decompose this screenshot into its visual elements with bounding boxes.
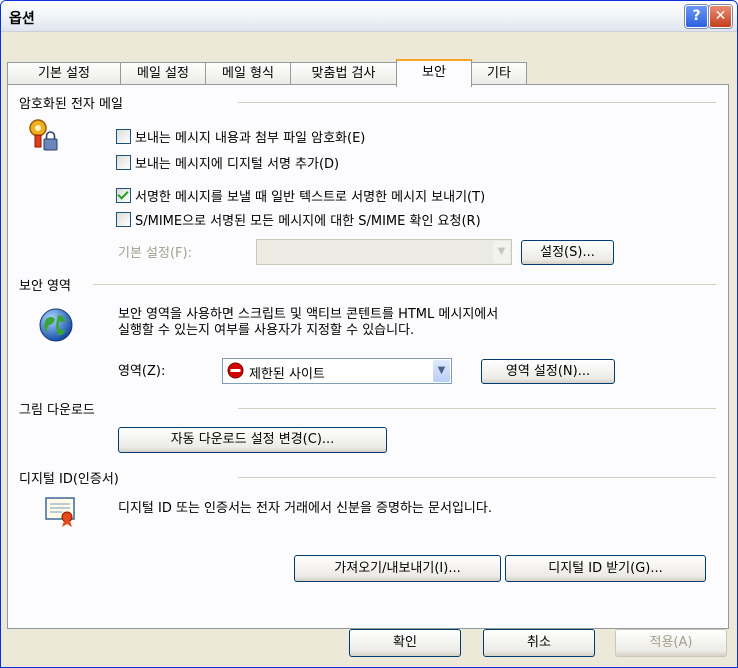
close-button[interactable]: ✕ <box>709 5 732 28</box>
zone-description-line2: 실행할 수 있는지 여부를 사용자가 지정할 수 있습니다. <box>118 323 415 338</box>
tab-spelling[interactable]: 맞춤법 검사 <box>290 62 397 85</box>
ok-button[interactable]: 확인 <box>349 629 461 657</box>
cancel-button[interactable]: 취소 <box>483 629 595 657</box>
tab-security[interactable]: 보안 <box>396 59 472 87</box>
tab-general[interactable]: 기본 설정 <box>7 62 121 85</box>
window-title: 옵션 <box>9 11 35 27</box>
tab-other[interactable]: 기타 <box>471 62 527 85</box>
change-download-settings-button[interactable]: 자동 다운로드 설정 변경(C)... <box>118 427 387 453</box>
zone-select[interactable]: 제한된 사이트 ▼ <box>222 358 452 384</box>
encrypt-contents-checkbox[interactable] <box>116 129 131 144</box>
divider <box>93 284 716 285</box>
clear-text-signed-label[interactable]: 서명한 메시지를 보낼 때 일반 텍스트로 서명한 메시지 보내기(T) <box>135 186 485 205</box>
zone-settings-button[interactable]: 영역 설정(N)... <box>481 359 615 384</box>
globe-icon <box>39 308 73 342</box>
encrypt-contents-label[interactable]: 보내는 메시지 내용과 첨부 파일 암호화(E) <box>135 127 365 146</box>
add-signature-label[interactable]: 보내는 메시지에 디지털 서명 추가(D) <box>135 153 339 172</box>
digital-id-description: 디지털 ID 또는 인증서는 전자 거래에서 신분을 증명하는 문서입니다. <box>118 501 492 516</box>
zone-label: 영역(Z): <box>118 364 166 379</box>
key-lock-icon <box>29 119 58 151</box>
tab-mail-setup[interactable]: 메일 설정 <box>120 62 206 85</box>
divider <box>238 477 716 478</box>
picture-download-title: 그림 다운로드 <box>19 403 95 418</box>
tab-strip: 기본 설정 메일 설정 메일 형식 맞춤법 검사 보안 기타 <box>7 59 727 87</box>
get-digital-id-button[interactable]: 디지털 ID 받기(G)... <box>505 555 706 582</box>
settings-button[interactable]: 설정(S)... <box>521 240 614 265</box>
apply-button[interactable]: 적용(A) <box>615 629 727 657</box>
default-setting-label: 기본 설정(F): <box>118 246 192 261</box>
clear-text-signed-checkbox[interactable] <box>116 188 131 203</box>
smime-receipt-label[interactable]: S/MIME으로 서명된 모든 메시지에 대한 S/MIME 확인 요청(R) <box>135 210 481 229</box>
tab-mail-format[interactable]: 메일 형식 <box>205 62 291 85</box>
digital-id-title: 디지털 ID(인증서) <box>19 472 119 487</box>
certificate-icon <box>45 497 75 527</box>
security-zone-title: 보안 영역 <box>19 279 71 294</box>
options-dialog: 옵션 ? ✕ 기본 설정 메일 설정 메일 형식 맞춤법 검사 보안 기타 암호… <box>0 0 738 668</box>
restricted-icon <box>227 362 244 379</box>
chevron-down-icon[interactable]: ▼ <box>493 241 510 263</box>
import-export-button[interactable]: 가져오기/내보내기(I)... <box>294 555 501 582</box>
divider <box>238 102 716 103</box>
zone-value: 제한된 사이트 <box>249 367 325 382</box>
default-setting-select[interactable]: ▼ <box>256 239 512 265</box>
add-signature-checkbox[interactable] <box>116 155 131 170</box>
chevron-down-icon[interactable]: ▼ <box>433 360 450 382</box>
title-bar[interactable]: 옵션 ? ✕ <box>1 1 737 32</box>
security-panel: 암호화된 전자 메일 보내는 메시지 내용과 첨부 파일 암호화(E) 보내는 … <box>7 84 729 629</box>
divider <box>238 408 716 409</box>
encrypted-mail-title: 암호화된 전자 메일 <box>19 97 123 112</box>
help-button[interactable]: ? <box>685 5 708 28</box>
smime-receipt-checkbox[interactable] <box>116 212 131 227</box>
